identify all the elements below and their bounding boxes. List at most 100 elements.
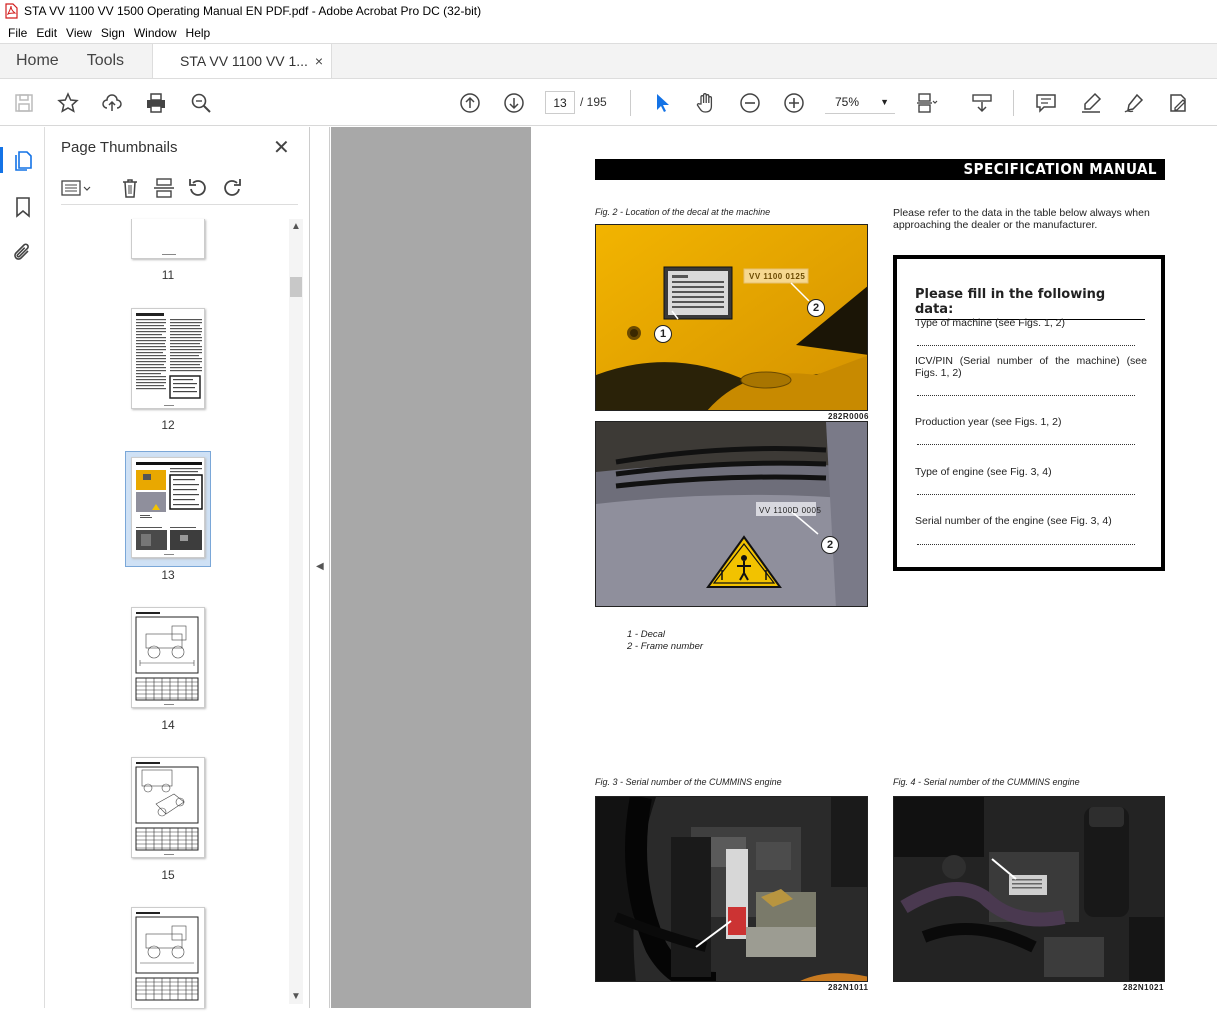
scrollbar-thumb[interactable] bbox=[290, 277, 302, 297]
photo-code-3: 282N1011 bbox=[828, 983, 869, 992]
fig3-caption: Fig. 3 - Serial number of the CUMMINS en… bbox=[595, 777, 782, 787]
sign-pen-icon[interactable] bbox=[1122, 91, 1146, 115]
tab-home[interactable]: Home bbox=[0, 44, 73, 78]
thumbnail-label-13: 13 bbox=[161, 568, 175, 582]
zoom-out-icon[interactable] bbox=[738, 91, 762, 115]
save-icon[interactable] bbox=[12, 91, 36, 115]
delete-trash-icon[interactable] bbox=[119, 177, 141, 199]
engine-photo-fig4-image bbox=[894, 797, 1164, 981]
fill-item-engine-serial: Serial number of the engine (see Fig. 3,… bbox=[915, 515, 1112, 527]
page-thumbnails-icon[interactable] bbox=[11, 149, 35, 173]
thumbnail-page-12[interactable] bbox=[131, 308, 205, 409]
machine-serial-plate: VV 1100 0125 bbox=[749, 272, 806, 281]
data-fill-box: Please fill in the following data: Type … bbox=[893, 255, 1165, 571]
legend-frame-number: 2 - Frame number bbox=[627, 641, 704, 652]
next-page-icon[interactable] bbox=[502, 91, 526, 115]
thumbnails-scrollbar[interactable] bbox=[289, 219, 303, 1004]
close-tab-icon[interactable]: × bbox=[315, 53, 323, 69]
hand-tool-icon[interactable] bbox=[694, 91, 718, 115]
thumbnail-label-12: 12 bbox=[161, 418, 175, 432]
engine-photo-fig3 bbox=[595, 796, 868, 982]
collapse-arrow-icon[interactable]: ◀ bbox=[316, 561, 324, 572]
tab-tools[interactable]: Tools bbox=[73, 44, 138, 78]
scroll-up-icon[interactable]: ▲ bbox=[291, 221, 301, 232]
scroll-down-icon[interactable]: ▼ bbox=[291, 991, 301, 1002]
callout-1: 1 bbox=[654, 325, 672, 343]
bookmark-star-icon[interactable] bbox=[56, 91, 80, 115]
fig2-caption: Fig. 2 - Location of the decal at the ma… bbox=[595, 207, 771, 217]
rotate-right-icon[interactable] bbox=[221, 177, 243, 199]
decal-photo-image bbox=[596, 225, 867, 410]
entry-line bbox=[917, 494, 1135, 495]
callout-2: 2 bbox=[807, 299, 825, 317]
thumbnail-page-14[interactable] bbox=[131, 607, 205, 708]
engine-photo-fig3-image bbox=[596, 797, 867, 981]
bookmarks-icon[interactable] bbox=[11, 195, 35, 219]
print-icon[interactable] bbox=[144, 91, 168, 115]
menu-help[interactable]: Help bbox=[186, 26, 211, 40]
highlight-pen-icon[interactable] bbox=[1079, 91, 1103, 115]
rotate-left-icon[interactable] bbox=[187, 177, 209, 199]
zoom-in-icon[interactable] bbox=[782, 91, 806, 115]
thumbnail-content bbox=[136, 313, 202, 406]
attachments-icon[interactable] bbox=[11, 241, 35, 265]
entry-line bbox=[917, 395, 1135, 396]
legend-decal: 1 - Decal bbox=[627, 629, 666, 640]
toolbar: 13 / 195 75% ▼ bbox=[0, 80, 1217, 126]
zoom-level-select[interactable]: 75% ▼ bbox=[825, 91, 895, 114]
page-number-input[interactable]: 13 bbox=[545, 91, 575, 114]
menu-window[interactable]: Window bbox=[134, 26, 177, 40]
panel-collapse-handle[interactable]: ◀ bbox=[310, 127, 330, 1008]
menu-sign[interactable]: Sign bbox=[101, 26, 125, 40]
menu-edit[interactable]: Edit bbox=[36, 26, 57, 40]
thumbnail-content bbox=[135, 912, 199, 1001]
document-viewport[interactable]: SPECIFICATION MANUAL Fig. 2 - Location o… bbox=[331, 127, 1217, 1008]
fill-box-title: Please fill in the following data: bbox=[915, 287, 1145, 320]
comment-icon[interactable] bbox=[1034, 91, 1058, 115]
previous-page-icon[interactable] bbox=[458, 91, 482, 115]
frame-number-photo: VV 1100D 0005 bbox=[595, 421, 868, 607]
separator bbox=[630, 90, 631, 116]
chevron-down-icon: ▼ bbox=[880, 97, 889, 107]
thumbnail-label-11: 11 bbox=[161, 268, 175, 282]
callout-2b: 2 bbox=[821, 536, 839, 554]
tab-document[interactable]: STA VV 1100 VV 1... × bbox=[152, 44, 333, 78]
frame-number-photo-image bbox=[596, 422, 867, 606]
entry-line bbox=[917, 345, 1135, 346]
thumbnail-content bbox=[135, 762, 199, 855]
page-display-icon[interactable] bbox=[915, 91, 939, 115]
zoom-level-value: 75% bbox=[835, 95, 860, 109]
scroll-mode-icon[interactable] bbox=[970, 91, 994, 115]
engine-photo-fig4 bbox=[893, 796, 1165, 982]
acrobat-icon bbox=[5, 3, 18, 19]
thumbnail-content bbox=[136, 462, 203, 555]
thumbnails-panel: Page Thumbnails ✕ ▲ ▼ 11 12 13 14 15 bbox=[45, 127, 310, 1008]
fill-item-engine-type: Type of engine (see Fig. 3, 4) bbox=[915, 466, 1052, 478]
thumbnail-label-15: 15 bbox=[161, 868, 175, 882]
thumbnail-page-15[interactable] bbox=[131, 757, 205, 858]
photo-code-1: 282R0006 bbox=[828, 412, 869, 421]
thumbnail-page-16[interactable] bbox=[131, 907, 205, 1008]
select-cursor-icon[interactable] bbox=[650, 91, 674, 115]
zoom-search-icon[interactable] bbox=[189, 91, 213, 115]
page-total: / 195 bbox=[580, 95, 607, 109]
fill-sign-icon[interactable] bbox=[1166, 91, 1190, 115]
frame-serial-plate: VV 1100D 0005 bbox=[759, 506, 822, 515]
thumbnail-page-13[interactable] bbox=[131, 457, 205, 558]
entry-line bbox=[917, 444, 1135, 445]
entry-line bbox=[917, 544, 1135, 545]
fig4-caption: Fig. 4 - Serial number of the CUMMINS en… bbox=[893, 777, 1080, 787]
thumbnail-page-11[interactable] bbox=[131, 219, 205, 259]
pdf-page: SPECIFICATION MANUAL Fig. 2 - Location o… bbox=[531, 127, 1217, 1008]
menu-view[interactable]: View bbox=[66, 26, 92, 40]
document-tab-title: STA VV 1100 VV 1... bbox=[180, 53, 308, 69]
thumbnail-label-14: 14 bbox=[161, 718, 175, 732]
menu-file[interactable]: File bbox=[8, 26, 27, 40]
upload-cloud-icon[interactable] bbox=[100, 91, 124, 115]
options-menu-icon[interactable] bbox=[61, 177, 91, 199]
title-bar: STA VV 1100 VV 1500 Operating Manual EN … bbox=[0, 0, 1217, 22]
panel-title: Page Thumbnails bbox=[61, 139, 178, 156]
insert-page-icon[interactable] bbox=[153, 177, 175, 199]
close-panel-icon[interactable]: ✕ bbox=[273, 135, 290, 160]
thumbnail-content bbox=[135, 612, 199, 705]
